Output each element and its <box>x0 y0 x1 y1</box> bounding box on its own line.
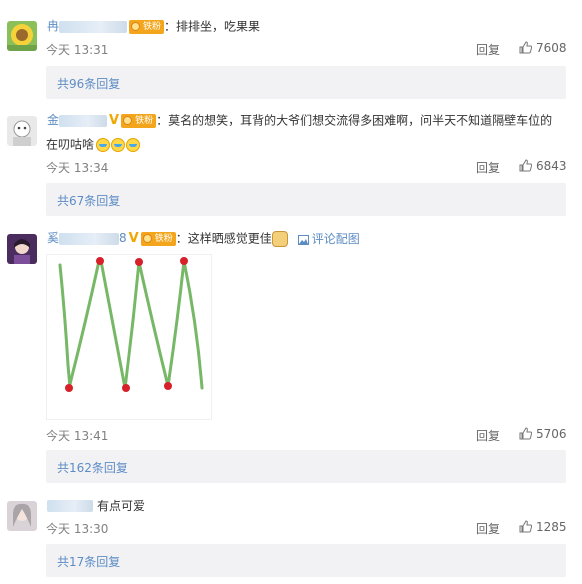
thumbs-up-icon <box>519 520 533 533</box>
more-replies-link[interactable]: 共67条回复 <box>57 192 120 209</box>
laugh-emoji-icon <box>126 137 141 152</box>
thumbs-up-icon <box>519 41 533 54</box>
comment-text: ：莫名的想笑，耳背的大爷们想交流得多困难啊，问半天不知道隔壁车位的 <box>156 113 553 128</box>
username-suffix[interactable]: 8 <box>119 231 127 245</box>
more-replies[interactable]: 共96条回复 <box>46 66 566 99</box>
username-blurred[interactable] <box>47 499 93 512</box>
more-replies[interactable]: 共67条回复 <box>46 183 566 216</box>
flower-drawing <box>58 257 204 392</box>
username[interactable]: 冉 <box>47 19 59 33</box>
laugh-emoji-icon <box>96 137 111 152</box>
comment-header: 金 V 铁粉 ：莫名的想笑，耳背的大爷们想交流得多困难啊，问半天不知道隔壁车位的 <box>47 110 552 130</box>
comment-text: ：排排坐，吃果果 <box>164 19 261 34</box>
fan-badge: 铁粉 <box>121 113 157 128</box>
more-replies[interactable]: 共162条回复 <box>46 450 566 483</box>
fan-badge: 铁粉 <box>129 19 165 34</box>
username[interactable]: 金 <box>47 113 59 127</box>
image-icon <box>297 234 309 245</box>
comment-header: 奚 8 V 铁粉 ：这样晒感觉更佳 评论配图 <box>47 228 360 248</box>
more-replies-link[interactable]: 共96条回复 <box>57 75 120 92</box>
like-button[interactable]: 6843 <box>519 159 567 173</box>
comment-image[interactable] <box>46 254 212 420</box>
comment-picture-label[interactable]: 评论配图 <box>312 232 360 246</box>
thumbs-up-icon <box>519 159 533 172</box>
comment-time: 今天 13:30 <box>46 522 109 536</box>
username[interactable]: 奚 <box>47 231 59 245</box>
avatar[interactable] <box>7 21 37 51</box>
reply-button[interactable]: 回复 <box>476 520 500 537</box>
username-blurred[interactable] <box>59 232 120 245</box>
comment-text: 有点可爱 <box>97 498 146 513</box>
like-button[interactable]: 7608 <box>519 41 567 55</box>
comment-picture-link[interactable]: 评论配图 <box>297 232 360 246</box>
more-replies-link[interactable]: 共162条回复 <box>57 459 128 476</box>
like-button[interactable]: 1285 <box>519 520 567 534</box>
comment-text-line2: 在叨咕啥 <box>46 134 141 154</box>
reply-button[interactable]: 回复 <box>476 41 500 58</box>
more-replies-link[interactable]: 共17条回复 <box>57 553 120 570</box>
like-count: 1285 <box>536 520 567 534</box>
username-blurred[interactable] <box>59 114 108 127</box>
avatar[interactable] <box>7 234 37 264</box>
reply-button[interactable]: 回复 <box>476 159 500 176</box>
avatar[interactable] <box>7 501 37 531</box>
comment-header: 冉 铁粉 ：排排坐，吃果果 <box>47 16 260 36</box>
like-count: 5706 <box>536 427 567 441</box>
comment-text: 在叨咕啥 <box>46 137 95 152</box>
reply-button[interactable]: 回复 <box>476 427 500 444</box>
verified-icon: V <box>128 230 139 246</box>
avatar[interactable] <box>7 116 37 146</box>
username-blurred[interactable] <box>59 20 128 33</box>
laugh-emoji-icon <box>111 137 126 152</box>
comment-time: 今天 13:41 <box>46 429 109 443</box>
like-button[interactable]: 5706 <box>519 427 567 441</box>
comment-time: 今天 13:34 <box>46 161 109 175</box>
more-replies[interactable]: 共17条回复 <box>46 544 566 577</box>
doge-emoji-icon <box>271 230 288 247</box>
comment-time: 今天 13:31 <box>46 43 109 57</box>
like-count: 6843 <box>536 159 567 173</box>
thumbs-up-icon <box>519 427 533 440</box>
fan-badge: 铁粉 <box>140 231 176 246</box>
comment-header: 有点可爱 <box>47 495 145 515</box>
verified-icon: V <box>109 112 120 128</box>
comment-text: ：这样晒感觉更佳 <box>175 231 272 246</box>
like-count: 7608 <box>536 41 567 55</box>
